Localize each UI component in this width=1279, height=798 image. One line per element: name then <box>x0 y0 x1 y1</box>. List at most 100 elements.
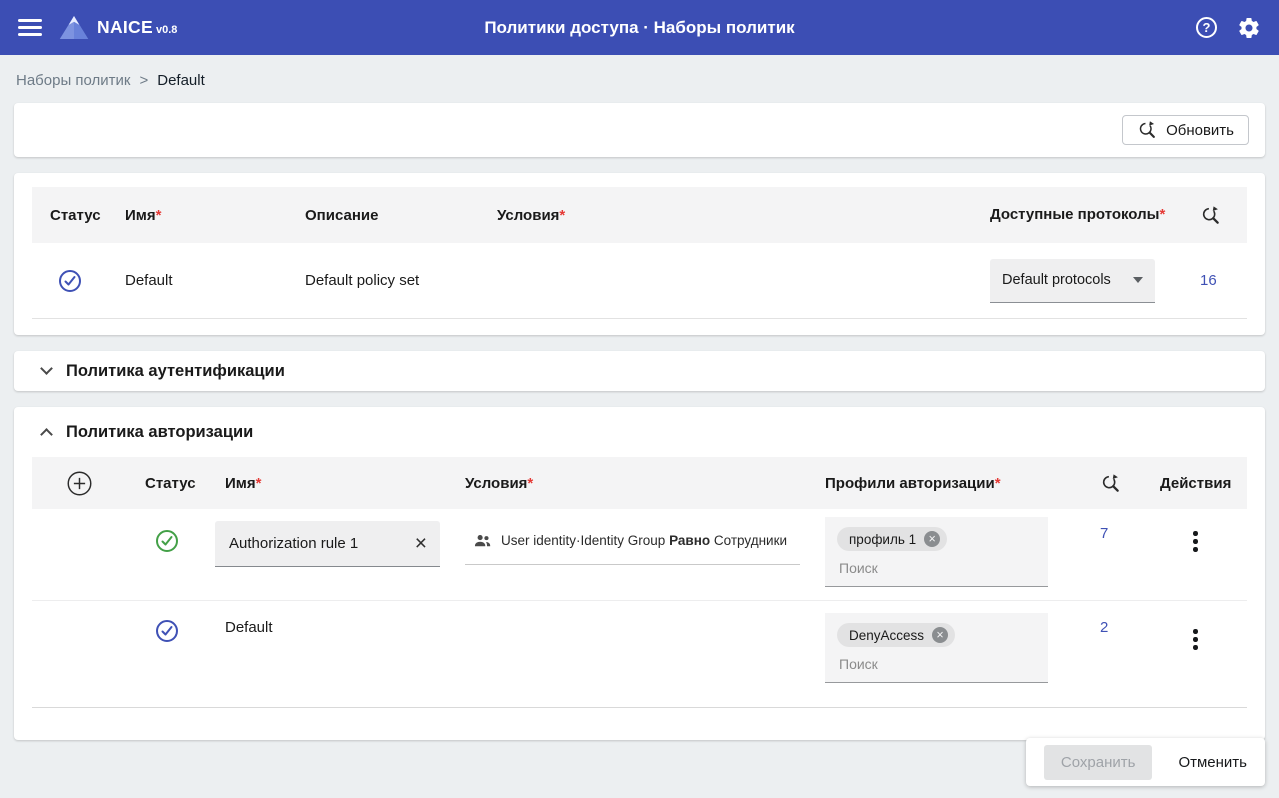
help-icon[interactable]: ? <box>1196 17 1217 38</box>
column-header-actions: Действия <box>1142 475 1249 492</box>
required-marker: * <box>1159 206 1165 223</box>
rule-name-text[interactable]: Default <box>207 601 447 636</box>
policy-set-name[interactable]: Default <box>107 272 287 289</box>
breadcrumb-current: Default <box>157 72 205 89</box>
profiles-search-input[interactable] <box>837 551 1038 582</box>
users-icon <box>473 531 492 550</box>
rule-conditions-cell: User identity·Identity Group Равно Сотру… <box>447 509 807 565</box>
status-enabled-icon[interactable] <box>155 619 179 643</box>
hits-counter-icon-cell <box>1082 473 1142 494</box>
condition-text: User identity·Identity Group Равно Сотру… <box>501 533 787 548</box>
refresh-button[interactable]: Обновить <box>1122 115 1249 145</box>
product-name: NAICE <box>97 17 153 38</box>
profile-chip-label: DenyAccess <box>849 628 924 643</box>
policy-set-protocols-cell: Default protocols <box>972 259 1182 303</box>
chip-remove-icon[interactable]: × <box>924 531 940 547</box>
profiles-select[interactable]: профиль 1 × <box>825 517 1048 587</box>
required-marker: * <box>527 475 533 492</box>
settings-gear-icon[interactable] <box>1237 16 1261 40</box>
menu-icon[interactable] <box>18 19 42 36</box>
authorization-table-header: Статус Имя* Условия* Профили авторизации… <box>32 457 1247 509</box>
column-header-conditions: Условия* <box>447 475 807 492</box>
rule-hits-cell: 2 <box>1082 601 1142 636</box>
refresh-button-label: Обновить <box>1166 122 1234 139</box>
kebab-menu-icon[interactable] <box>1187 623 1204 656</box>
policy-set-hits-link[interactable]: 16 <box>1200 272 1217 289</box>
breadcrumb-separator: > <box>139 72 148 89</box>
policy-table-header: Статус Имя* Описание Условия* Доступные … <box>32 187 1247 243</box>
authorization-section-header[interactable]: Политика авторизации <box>14 407 1265 457</box>
rule-status-cell <box>127 601 207 643</box>
policy-set-hits-cell: 16 <box>1182 272 1249 289</box>
column-header-name: Имя* <box>107 207 287 224</box>
policy-set-row: Default Default policy set Default proto… <box>32 243 1247 319</box>
protocols-dropdown-value: Default protocols <box>1002 272 1111 288</box>
kebab-menu-icon[interactable] <box>1187 525 1204 558</box>
app-bar-actions: ? <box>1196 16 1261 40</box>
authorization-section-title: Политика авторизации <box>66 423 253 442</box>
breadcrumb: Наборы политик > Default <box>0 55 1279 103</box>
required-marker: * <box>256 475 262 492</box>
profile-chip: профиль 1 × <box>837 527 947 551</box>
policy-set-status-cell <box>32 269 107 293</box>
condition-attribute: User identity·Identity Group <box>501 533 665 548</box>
profiles-select[interactable]: DenyAccess × <box>825 613 1048 683</box>
column-header-protocols: Доступные протоколы* <box>972 205 1182 225</box>
product-version: v0.8 <box>156 24 177 36</box>
chevron-down-icon[interactable] <box>40 362 53 375</box>
app-bar: NAICE v0.8 Политики доступа · Наборы пол… <box>0 0 1279 55</box>
required-marker: * <box>559 207 565 224</box>
cancel-button[interactable]: Отменить <box>1178 754 1247 771</box>
authorization-section-card: Политика авторизации Статус Имя* Условия… <box>14 407 1265 740</box>
column-header-conditions: Условия* <box>479 207 972 224</box>
profile-chip: DenyAccess × <box>837 623 955 647</box>
hits-counter-icon[interactable] <box>1100 473 1121 494</box>
caret-down-icon <box>1133 277 1143 283</box>
authentication-section-header[interactable]: Политика аутентификации <box>14 351 1265 391</box>
rule-name-input[interactable] <box>215 535 402 552</box>
condition-operator: Равно <box>669 533 710 548</box>
logo-mountain-icon <box>58 14 90 41</box>
column-header-profiles: Профили авторизации* <box>807 475 1082 492</box>
required-marker: * <box>156 207 162 224</box>
chip-remove-icon[interactable]: × <box>932 627 948 643</box>
footer-action-bar: Сохранить Отменить <box>1026 738 1265 786</box>
app-logo[interactable]: NAICE v0.8 <box>58 14 177 41</box>
status-enabled-icon[interactable] <box>155 529 179 553</box>
rule-status-cell <box>127 509 207 553</box>
required-marker: * <box>995 475 1001 492</box>
clear-input-icon[interactable]: × <box>402 533 440 554</box>
profile-chip-label: профиль 1 <box>849 532 916 547</box>
column-header-name: Имя* <box>207 475 447 492</box>
hits-counter-icon[interactable] <box>1200 205 1221 226</box>
rule-actions-cell <box>1142 601 1249 656</box>
authorization-rules-table: × User identity·Identity Group Ра <box>32 509 1247 708</box>
refresh-hits-icon <box>1137 120 1157 140</box>
condition-chip[interactable]: User identity·Identity Group Равно Сотру… <box>465 525 800 565</box>
condition-value: Сотрудники <box>714 533 787 548</box>
breadcrumb-parent-link[interactable]: Наборы политик <box>16 72 130 89</box>
authorization-rule-row: × User identity·Identity Group Ра <box>32 509 1247 601</box>
profiles-search-input[interactable] <box>837 647 1038 678</box>
column-header-status: Статус <box>32 207 107 224</box>
column-header-status: Статус <box>127 475 207 492</box>
chevron-up-icon[interactable] <box>40 428 53 441</box>
toolbar-card: Обновить <box>14 103 1265 157</box>
rule-name-field: × <box>215 521 440 567</box>
rule-name-cell: × <box>207 509 447 567</box>
authorization-rule-row: Default DenyAccess × 2 <box>32 601 1247 707</box>
column-header-description: Описание <box>287 207 479 224</box>
hits-counter-icon-cell <box>1182 205 1249 226</box>
status-enabled-icon[interactable] <box>58 269 82 293</box>
save-button[interactable]: Сохранить <box>1044 745 1153 780</box>
policy-set-description[interactable]: Default policy set <box>287 272 479 289</box>
protocols-dropdown[interactable]: Default protocols <box>990 259 1155 303</box>
add-rule-button[interactable] <box>32 470 127 497</box>
page-title: Политики доступа · Наборы политик <box>180 18 1099 38</box>
add-circle-icon <box>66 470 93 497</box>
rule-hits-cell: 7 <box>1082 509 1142 542</box>
rule-hits-link[interactable]: 2 <box>1100 619 1108 636</box>
rule-hits-link[interactable]: 7 <box>1100 525 1108 542</box>
policy-set-card: Статус Имя* Описание Условия* Доступные … <box>14 173 1265 335</box>
rule-actions-cell <box>1142 509 1249 558</box>
